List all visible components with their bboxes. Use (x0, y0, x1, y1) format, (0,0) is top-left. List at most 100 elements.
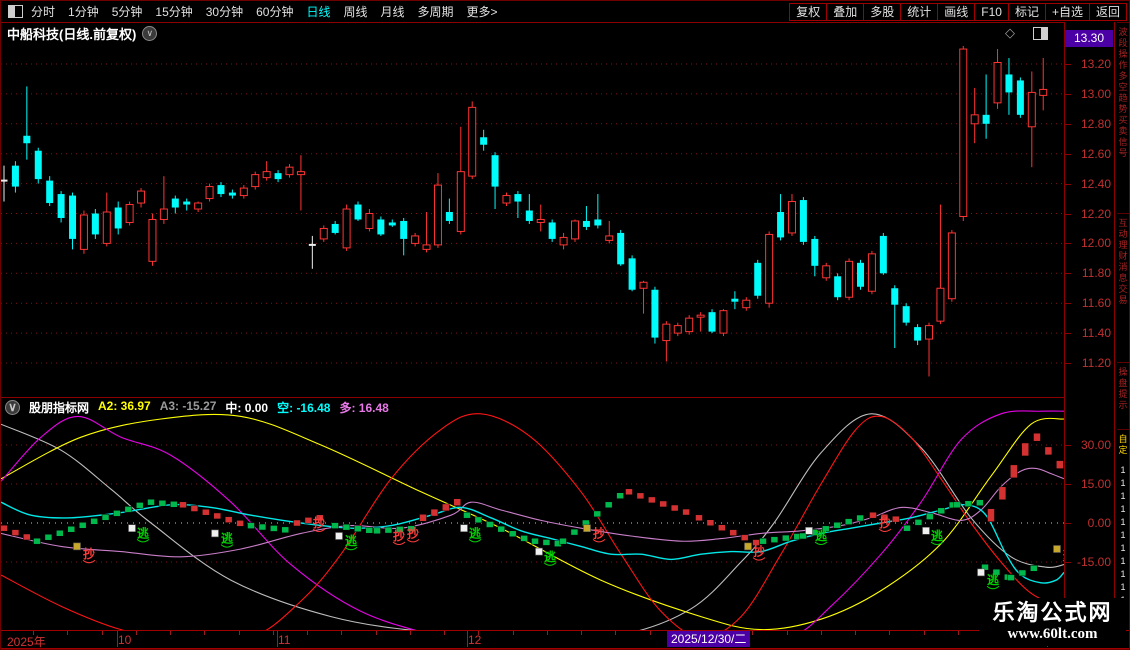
tool-button-7[interactable]: +自选 (1044, 2, 1090, 21)
price-label-7: 11.80 (1081, 266, 1111, 281)
period-item-10[interactable]: 更多> (467, 2, 498, 22)
minor-tick (376, 631, 377, 635)
tool-button-4[interactable]: 画线 (937, 2, 976, 21)
price-tick-1 (1065, 93, 1071, 95)
period-item-9[interactable]: 多周期 (418, 2, 454, 22)
month-tick-1 (277, 631, 278, 647)
month-tick-0 (117, 631, 118, 647)
tool-button-6[interactable]: 标记 (1007, 2, 1046, 21)
tool-button-1[interactable]: 叠加 (826, 2, 865, 21)
minor-tick (67, 631, 68, 635)
indicator-value-2: 中: 0.00 (225, 401, 269, 415)
price-tick-9 (1065, 333, 1071, 335)
svg-text:抄: 抄 (879, 515, 891, 530)
period-item-5[interactable]: 60分钟 (256, 2, 293, 22)
minor-tick (307, 631, 308, 635)
minor-tick (581, 631, 582, 635)
indicator-chart[interactable]: 抄逃逃抄逃抄抄逃逃抄抄逃抄逃逃抄 (1, 397, 1064, 631)
price-label-6: 12.00 (1080, 236, 1111, 251)
indicator-value-0: A2: 36.97 (98, 399, 151, 413)
sidebar-tab-1[interactable]: 互动理财消息交易 (1116, 213, 1129, 362)
minor-tick (889, 631, 890, 635)
svg-text:逃: 逃 (987, 572, 1000, 587)
minor-tick (33, 631, 34, 635)
cycle-gray (1, 413, 1064, 631)
price-tick-4 (1065, 183, 1071, 185)
tool-button-2[interactable]: 多股 (863, 2, 902, 21)
price-label-1: 13.00 (1080, 86, 1111, 101)
svg-text:逃: 逃 (931, 528, 944, 543)
svg-text:抄: 抄 (407, 525, 419, 540)
price-label-3: 12.60 (1080, 146, 1111, 161)
sidebar-tab-3[interactable]: 自定 (1116, 429, 1129, 464)
price-label-5: 12.20 (1080, 206, 1111, 221)
tool-button-5[interactable]: F10 (974, 2, 1009, 21)
watermark-url: www.60lt.com (1007, 626, 1098, 642)
price-label-9: 11.40 (1081, 326, 1111, 341)
indicator-chevron-icon[interactable]: ∨ (5, 400, 20, 415)
svg-text:逃: 逃 (544, 549, 557, 564)
main-candlestick-chart[interactable] (1, 43, 1064, 397)
minor-tick (650, 631, 651, 635)
time-axis: 2025/12/30/二 2025年1011122 (1, 630, 1129, 649)
time-label-3: 12 (468, 633, 482, 647)
minor-tick (752, 631, 753, 635)
svg-text:抄: 抄 (593, 525, 605, 540)
price-tick-3 (1065, 153, 1071, 155)
panel-toggle-icon[interactable] (1033, 26, 1048, 40)
price-label-8: 11.60 (1081, 296, 1111, 311)
time-label-0: 2025年 (7, 635, 46, 649)
minor-tick (444, 631, 445, 635)
tool-button-8[interactable]: 返回 (1088, 2, 1127, 21)
period-item-2[interactable]: 5分钟 (112, 2, 143, 22)
watermark: 乐淘公式网 www.60lt.com (979, 598, 1126, 646)
period-item-0[interactable]: 分时 (31, 2, 55, 22)
period-menu: 分时 1分钟 5分钟 15分钟 30分钟 60分钟 日线 周线 月线 多周期 更多> (31, 2, 498, 22)
indicator-axis-label-1: 15.00 (1080, 477, 1111, 491)
period-item-3[interactable]: 15分钟 (155, 2, 192, 22)
tool-button-3[interactable]: 统计 (900, 2, 939, 21)
svg-text:逃: 逃 (137, 525, 150, 540)
chart-title-row: 中船科技(日线.前复权) ∨ (7, 24, 158, 42)
minor-tick (958, 631, 959, 635)
svg-text:抄: 抄 (393, 528, 405, 543)
svg-text:逃: 逃 (221, 531, 234, 546)
price-tick-2 (1065, 123, 1071, 125)
price-label-2: 12.80 (1080, 116, 1111, 131)
svg-text:逃: 逃 (815, 528, 828, 543)
indicator-axis-label-0: 30.00 (1080, 438, 1111, 452)
right-sidebar: 波段操作多空趋势买卖信号互动理财消息交易操盘提示自定111111111111 (1114, 22, 1129, 647)
tool-button-0[interactable]: 复权 (789, 2, 828, 21)
indicator-value-1: A3: -15.27 (159, 399, 217, 413)
period-item-1[interactable]: 1分钟 (68, 2, 99, 22)
svg-text:抄: 抄 (83, 546, 95, 561)
period-item-4[interactable]: 30分钟 (206, 2, 243, 22)
minor-tick (615, 631, 616, 635)
indicator-value-3: 空: -16.48 (277, 401, 331, 415)
minor-tick (821, 631, 822, 635)
price-tick-0 (1065, 64, 1071, 65)
period-item-7[interactable]: 周线 (343, 2, 367, 22)
minor-tick (204, 631, 205, 635)
tool-buttons: 复权 叠加 多股 统计 画线 F10 标记 +自选 返回 (789, 2, 1127, 21)
price-axis: 13.20 13.00 12.80 12.60 12.40 12.20 12.00 11.80… (1064, 22, 1115, 647)
month-tick-2 (467, 631, 468, 647)
period-item-8[interactable]: 月线 (381, 2, 405, 22)
indicator-axis-tick-1 (1065, 484, 1071, 485)
indicator-values: A2: 36.97 A3: -15.27 中: 0.00 空: -16.48 多: 16… (98, 399, 389, 416)
period-item-6[interactable]: 日线 (306, 2, 330, 22)
svg-text:逃: 逃 (345, 533, 358, 548)
chevron-down-icon[interactable]: ∨ (142, 25, 158, 41)
minor-tick (136, 631, 137, 635)
selected-date-badge: 2025/12/30/二 (667, 631, 751, 647)
price-tick-8 (1065, 303, 1071, 305)
minor-tick (547, 631, 548, 635)
app-window: 分时 1分钟 5分钟 15分钟 30分钟 60分钟 日线 周线 月线 多周期 更多> 复权 叠加 多股统… (0, 0, 1130, 650)
indicator-axis-tick-2 (1065, 523, 1071, 524)
layout-toggle-icon[interactable] (8, 5, 23, 18)
diamond-icon[interactable]: ◇ (1005, 25, 1015, 41)
minor-tick (787, 631, 788, 635)
sidebar-tab-0[interactable]: 波段操作多空趋势买卖信号 (1116, 22, 1129, 213)
indicator-axis-label-2: 0.00 (1087, 516, 1111, 530)
sidebar-tab-2[interactable]: 操盘提示 (1116, 362, 1129, 429)
